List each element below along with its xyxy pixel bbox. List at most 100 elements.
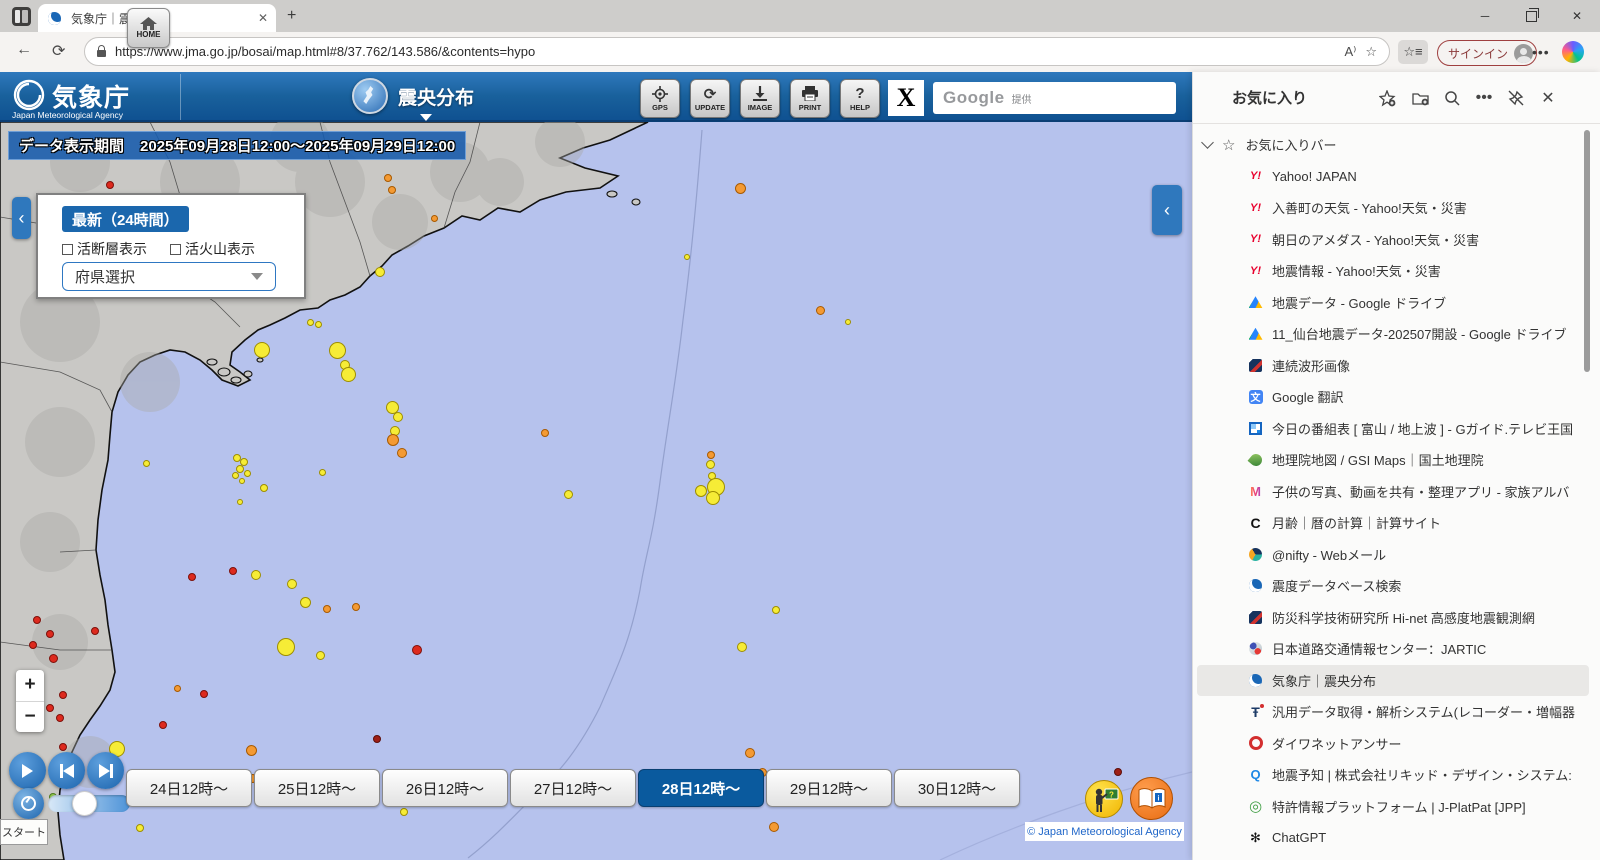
unpin-icon[interactable] [1507, 89, 1525, 107]
favorites-scrollbar[interactable] [1584, 130, 1590, 372]
favorites-item[interactable]: ChatGPT [1193, 822, 1593, 854]
back-icon[interactable]: ← [16, 41, 32, 59]
favorites-list: ☆ お気に入りバー Yahoo! JAPAN 入善町の天気 - Yahoo!天気… [1193, 129, 1593, 854]
close-icon[interactable]: ✕ [1539, 89, 1557, 107]
favorites-item[interactable]: ダイワネットアンサー [1193, 728, 1593, 760]
favorites-item[interactable]: 気象庁｜震央分布 [1197, 665, 1589, 697]
zoom-in-button[interactable]: + [16, 670, 44, 702]
x-share-button[interactable]: X [888, 80, 924, 116]
time-slider[interactable] [48, 795, 130, 812]
favorites-bar-folder[interactable]: ☆ お気に入りバー [1193, 129, 1593, 161]
favorites-item[interactable]: 防災科学技術研究所 Hi-net 高感度地震観測網 [1193, 602, 1593, 634]
skip-end-button[interactable] [87, 752, 124, 789]
volcano-label: 活火山表示 [185, 239, 255, 259]
new-tab-button[interactable]: + [287, 8, 296, 24]
gps-label: GPS [652, 103, 668, 112]
header-divider [180, 74, 181, 120]
time-button-26th[interactable]: 26日12時～ [382, 769, 508, 807]
tab-close-icon[interactable]: ✕ [258, 11, 268, 25]
gps-button[interactable]: GPS [640, 79, 680, 118]
favorites-item[interactable]: @nifty - Webメール [1193, 539, 1593, 571]
fault-label: 活断層表示 [77, 239, 147, 259]
fault-checkbox-row[interactable]: 活断層表示 [62, 239, 147, 259]
slider-knob[interactable] [72, 791, 97, 816]
tab-workspaces-icon[interactable] [12, 7, 31, 26]
agency-name[interactable]: 気象庁 [52, 78, 130, 114]
copilot-icon[interactable] [1562, 41, 1584, 63]
jma-logo-icon[interactable] [12, 78, 46, 112]
favorites-item[interactable]: Yahoo! JAPAN [1193, 161, 1593, 193]
update-label: UPDATE [695, 103, 725, 112]
zoom-out-button[interactable]: − [16, 702, 44, 733]
play-button[interactable] [9, 752, 46, 789]
manual-round-icon[interactable]: i [1130, 777, 1173, 820]
search-icon[interactable] [1443, 89, 1461, 107]
read-aloud-icon[interactable]: A⁾ [1344, 44, 1356, 60]
favorites-item-label: 地震予知 | 株式会社リキッド・デザイン・システム: [1272, 765, 1572, 784]
map-title-group[interactable]: 震央分布 [352, 78, 474, 114]
favorites-item[interactable]: 子供の写真、動画を共有・整理アプリ - 家族アルバ [1193, 476, 1593, 508]
time-button-29th[interactable]: 29日12時～ [766, 769, 892, 807]
favorites-item-label: 朝日のアメダス - Yahoo!天気・災害 [1272, 230, 1479, 249]
favorites-item[interactable]: 朝日のアメダス - Yahoo!天気・災害 [1193, 224, 1593, 256]
image-button[interactable]: IMAGE [740, 79, 780, 118]
favorites-item-label: 子供の写真、動画を共有・整理アプリ - 家族アルバ [1272, 482, 1569, 501]
time-button-25th[interactable]: 25日12時～ [254, 769, 380, 807]
speed-clock-button[interactable] [13, 788, 44, 819]
tutorial-round-icon[interactable]: ? [1085, 780, 1123, 818]
prefecture-select[interactable]: 府県選択 [62, 262, 276, 291]
restore-button[interactable] [1508, 0, 1554, 32]
help-button[interactable]: ? HELP [840, 79, 880, 118]
favorites-item[interactable]: 地理院地図 / GSI Maps｜国土地理院 [1193, 444, 1593, 476]
update-button[interactable]: ⟳ UPDATE [690, 79, 730, 118]
collapse-panel-chevron[interactable]: ‹ [12, 197, 31, 239]
favorites-item[interactable]: 特許情報プラットフォーム | J-PlatPat [JPP] [1193, 791, 1593, 823]
print-button[interactable]: PRINT [790, 79, 830, 118]
favorites-item[interactable]: 11_仙台地震データ-202507開設 - Google ドライブ [1193, 318, 1593, 350]
favorites-item[interactable]: 日本道路交通情報センター：JARTIC [1193, 633, 1593, 665]
favorites-item[interactable]: 地震データ - Google ドライブ [1193, 287, 1593, 319]
favorites-item[interactable]: 汎用データ取得・解析システム(レコーダー・増幅器 [1193, 696, 1593, 728]
browser-menu-icon[interactable]: ••• [1532, 44, 1550, 60]
favorites-item[interactable]: 地震予知 | 株式会社リキッド・デザイン・システム: [1193, 759, 1593, 791]
minimize-button[interactable]: ─ [1462, 0, 1508, 32]
favorites-item[interactable]: 入善町の天気 - Yahoo!天気・災害 [1193, 192, 1593, 224]
home-button[interactable]: HOME [127, 8, 170, 48]
favorites-item[interactable]: 連続波形画像 [1193, 350, 1593, 382]
add-favorite-icon[interactable] [1378, 89, 1396, 107]
time-button-24th[interactable]: 24日12時～ [126, 769, 252, 807]
yahoo-icon [1247, 262, 1264, 279]
google-search-box[interactable]: Google 提供 [933, 82, 1176, 114]
url-text[interactable]: https://www.jma.go.jp/bosai/map.html#8/3… [115, 44, 1335, 59]
volcano-checkbox-row[interactable]: 活火山表示 [170, 239, 255, 259]
favorites-item-label: 特許情報プラットフォーム | J-PlatPat [JPP] [1272, 797, 1526, 816]
fault-checkbox[interactable] [62, 244, 73, 255]
favorites-item[interactable]: 月齢｜暦の計算｜計算サイト [1193, 507, 1593, 539]
favorites-item[interactable]: 今日の番組表 [ 富山 / 地上波 ] - Gガイド.テレビ王国 [1193, 413, 1593, 445]
add-folder-icon[interactable] [1411, 89, 1429, 107]
favorite-star-icon[interactable]: ☆ [1365, 44, 1377, 60]
favorites-item[interactable]: Google 翻訳 [1193, 381, 1593, 413]
close-button[interactable]: ✕ [1554, 0, 1600, 32]
chevron-down-icon[interactable] [1201, 136, 1214, 149]
address-bar[interactable]: https://www.jma.go.jp/bosai/map.html#8/3… [84, 37, 1390, 66]
time-button-28th[interactable]: 28日12時～ [638, 769, 764, 807]
favorites-item[interactable]: 震度データベース検索 [1193, 570, 1593, 602]
title-caret-icon[interactable] [420, 114, 432, 121]
refresh-icon[interactable]: ⟳ [52, 41, 65, 61]
favorites-bar-icon[interactable]: ☆≡ [1398, 40, 1428, 64]
jma-icon [1247, 577, 1264, 594]
collapse-sidebar-chevron[interactable]: ‹ [1152, 185, 1182, 235]
more-options-icon[interactable]: ••• [1475, 89, 1493, 107]
signin-button[interactable]: サインイン [1437, 40, 1537, 66]
time-button-30th[interactable]: 30日12時～ [894, 769, 1020, 807]
page-title: 震央分布 [398, 83, 474, 110]
favorites-item-label: 地震情報 - Yahoo!天気・災害 [1272, 261, 1441, 280]
time-button-27th[interactable]: 27日12時～ [510, 769, 636, 807]
latest-24h-button[interactable]: 最新（24時間） [62, 206, 189, 232]
favorites-item-label: 震度データベース検索 [1272, 576, 1401, 595]
favorites-item[interactable]: 地震情報 - Yahoo!天気・災害 [1193, 255, 1593, 287]
volcano-checkbox[interactable] [170, 244, 181, 255]
skip-end-icon [110, 764, 113, 778]
skip-start-button[interactable] [48, 752, 85, 789]
